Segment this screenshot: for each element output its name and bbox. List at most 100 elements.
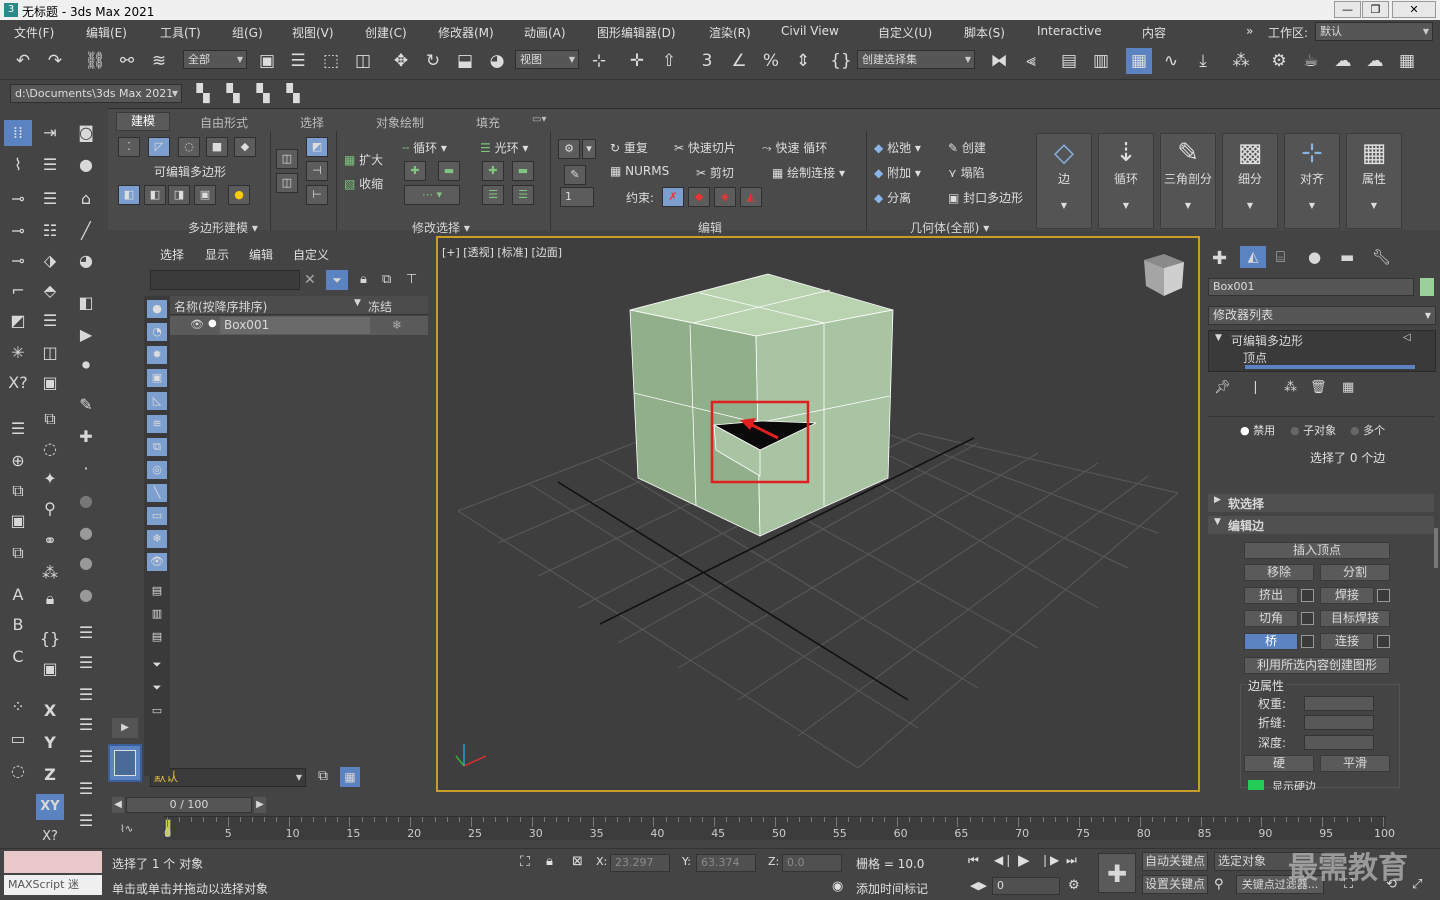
layer-tree-icon[interactable]: ⊤ xyxy=(406,272,417,287)
axis-xy-icon[interactable]: XY xyxy=(36,794,64,820)
pin-stack-icon[interactable]: 📌︎ xyxy=(1214,380,1231,395)
menu-civil-view[interactable]: Civil View xyxy=(781,24,839,38)
preserve-uv-icon[interactable]: ⚙ xyxy=(558,139,580,159)
ignore-backface-icon[interactable]: ◩ xyxy=(306,137,328,157)
close-button[interactable]: ✕ xyxy=(1392,1,1436,18)
layer-sel-icon[interactable]: ☰ xyxy=(36,308,64,334)
scene-search-input[interactable] xyxy=(150,270,300,290)
element-mode-icon[interactable]: ◆ xyxy=(234,137,256,157)
edge-panel-button[interactable]: ◇ 边 ▼ xyxy=(1036,133,1092,229)
y-coord-field[interactable]: 63.374 xyxy=(696,854,756,872)
filter-groups-icon[interactable]: ⧉ xyxy=(147,438,167,456)
weld-button[interactable]: 焊接 xyxy=(1320,587,1374,604)
props-panel-button[interactable]: ▦ 属性 ▼ xyxy=(1346,133,1402,229)
sel-next-icon[interactable]: ◫ xyxy=(276,173,298,193)
maximize-viewport-icon[interactable]: ⤢ xyxy=(1412,877,1422,892)
scene-tab-select[interactable]: 选择 xyxy=(160,246,184,263)
stack2-icon[interactable]: ⧉ xyxy=(4,478,32,504)
key-mode-icon[interactable]: ◀▶ xyxy=(970,879,987,892)
menu-file[interactable]: 文件(F) xyxy=(14,24,54,41)
expand-panel-icon[interactable]: ▶ xyxy=(112,718,138,738)
extrude-button[interactable]: 挤出 xyxy=(1244,587,1298,604)
by-vertex-icon[interactable]: ⊣ xyxy=(306,161,328,181)
tab-freeform[interactable]: 自由形式 xyxy=(200,114,248,131)
named-sel-set-icon[interactable]: {} xyxy=(828,48,854,74)
layer-dropdown[interactable]: 默认 ▼ xyxy=(150,768,306,787)
select-manipulate-icon[interactable]: ✛ xyxy=(624,48,650,74)
xyz-icon[interactable]: X? xyxy=(4,370,32,396)
key-filter-icon[interactable]: ⚲ xyxy=(1214,877,1224,892)
goto-end-icon[interactable]: ⏭ xyxy=(1066,853,1077,868)
scale-icon[interactable]: ⬓ xyxy=(452,48,478,74)
placement-icon[interactable]: ◕ xyxy=(484,48,510,74)
ring-grow-icon[interactable]: ✚ xyxy=(482,161,504,181)
keyboard-shortcut-icon[interactable]: ⇧ xyxy=(656,48,682,74)
list-icon[interactable]: ☰ xyxy=(4,416,32,442)
weight-spinner[interactable] xyxy=(1304,696,1374,711)
connect-button[interactable]: 连接 xyxy=(1320,633,1374,650)
record-icon[interactable]: ⏺ xyxy=(72,352,100,378)
window-crossing-icon[interactable]: ◫ xyxy=(350,48,376,74)
project-open-icon[interactable]: ▚ xyxy=(220,81,246,107)
time-slider[interactable]: 0 / 100 xyxy=(126,797,252,813)
modify-tab-icon[interactable]: ◭ xyxy=(1240,246,1266,268)
show-hard-edges-label[interactable]: 显示硬边 xyxy=(1272,778,1316,790)
radio-disable[interactable]: ● 禁用 xyxy=(1240,422,1275,438)
by-angle-icon[interactable]: ⊢ xyxy=(306,185,328,205)
quickslice-button[interactable]: ✂ 快速切片 xyxy=(674,139,736,156)
edge-mode-icon[interactable]: ◸ xyxy=(148,137,170,157)
menu-graph-editors[interactable]: 图形编辑器(D) xyxy=(597,24,676,41)
menu-animation[interactable]: 动画(A) xyxy=(524,24,566,41)
branch-icon[interactable]: ⚲ xyxy=(36,496,64,522)
select-object-icon[interactable]: ▣ xyxy=(254,48,280,74)
time-prev-icon[interactable]: ◀ xyxy=(112,797,124,813)
percent-snap-icon[interactable]: % xyxy=(758,48,784,74)
filter-list3-icon[interactable]: ▤ xyxy=(147,628,167,646)
paint-select-icon[interactable]: ⌐ xyxy=(4,278,32,304)
time-next-icon[interactable]: ▶ xyxy=(254,797,266,813)
time-config-icon[interactable]: ⚙ xyxy=(1068,878,1080,893)
project-path-dropdown[interactable]: d:\Documents\3ds Max 2021 ▼ xyxy=(10,84,182,103)
text-a-icon[interactable]: A xyxy=(4,582,32,608)
render-frame-icon[interactable]: ☁ xyxy=(1330,48,1356,74)
render-online-icon[interactable]: ▦ xyxy=(1394,48,1420,74)
preview-sub-icon[interactable]: ◨ xyxy=(168,185,190,205)
isolate-icon[interactable]: ⛶ xyxy=(520,854,530,870)
star-icon[interactable]: ✦ xyxy=(36,466,64,492)
snap2-icon[interactable]: ⊸ xyxy=(4,218,32,244)
depth-spinner[interactable] xyxy=(1304,735,1374,750)
sel-prev-icon[interactable]: ◫ xyxy=(276,149,298,169)
show-cage-icon[interactable]: ● xyxy=(228,185,250,205)
constraint-edge-icon[interactable]: ◆ xyxy=(688,187,710,207)
next-frame-icon[interactable]: ❘▶ xyxy=(1040,853,1059,867)
align-panel-button[interactable]: ⊹ 对齐 ▼ xyxy=(1284,133,1340,229)
select-move-icon[interactable]: ⇥ xyxy=(36,120,64,146)
ruler-icon[interactable]: ▭ xyxy=(4,726,32,752)
menu-create[interactable]: 创建(C) xyxy=(365,24,407,41)
layer-explorer-icon[interactable]: ▤ xyxy=(1056,48,1082,74)
tab-modeling[interactable]: 建模 xyxy=(116,112,171,131)
box-object[interactable] xyxy=(629,273,894,537)
stack-arrow-icon[interactable]: ◁ xyxy=(1403,332,1411,343)
snap-icon[interactable]: ⊸ xyxy=(4,186,32,212)
ring-icon[interactable]: ◌ xyxy=(36,436,64,462)
object-name-field[interactable]: Box001 xyxy=(1208,278,1414,296)
scene-tab-customize[interactable]: 自定义 xyxy=(293,246,329,263)
bind-spacewarp-icon[interactable]: ≋ xyxy=(146,48,172,74)
selection-filter-dropdown[interactable]: 全部 ▼ xyxy=(183,50,247,69)
show-end-icon[interactable]: ❘ xyxy=(1250,380,1261,395)
move-icon[interactable]: ✥ xyxy=(388,48,414,74)
menu-scripting[interactable]: 脚本(S) xyxy=(964,24,1005,41)
filter-frozen-icon[interactable]: ❄ xyxy=(147,530,167,548)
filter-box-icon[interactable]: ▭ xyxy=(147,702,167,720)
filter-spacewarps-icon[interactable]: ≋ xyxy=(147,415,167,433)
scene-tab-edit[interactable]: 编辑 xyxy=(249,246,273,263)
ring-button[interactable]: ☰ 光环 ▾ xyxy=(480,139,528,156)
select-tool-icon[interactable]: ⁞⁞ xyxy=(4,120,32,146)
chamfer-button[interactable]: 切角 xyxy=(1244,610,1298,627)
smooth-spinner[interactable]: 1 xyxy=(560,187,594,207)
circle-dash-icon[interactable]: ◌ xyxy=(4,758,32,784)
current-frame-field[interactable]: 0 xyxy=(992,877,1060,895)
panel-scrollbar[interactable] xyxy=(1434,528,1438,568)
layers2-icon[interactable]: ⧉ xyxy=(4,540,32,566)
